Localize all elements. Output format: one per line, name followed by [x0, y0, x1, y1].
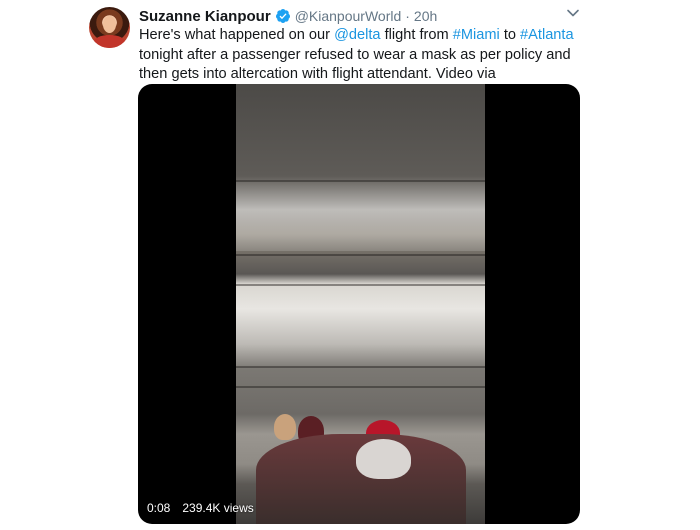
- avatar[interactable]: [89, 7, 130, 48]
- video-duration: 0:08: [147, 500, 171, 515]
- passenger-white-jacket: [356, 439, 411, 479]
- cabin-light: [236, 176, 485, 251]
- author-handle[interactable]: @KianpourWorld: [295, 8, 402, 24]
- overhead-bin-edge: [236, 366, 485, 368]
- hashtag-link-atlanta[interactable]: #Atlanta: [520, 27, 574, 43]
- tweet-text-segment: to: [499, 27, 521, 43]
- tweet-timestamp[interactable]: 20h: [414, 8, 437, 24]
- tweet-text-segment: Here's what happened on our: [139, 27, 335, 43]
- overhead-bin-edge: [236, 254, 485, 256]
- video-frame: [236, 84, 485, 524]
- chevron-down-icon[interactable]: [566, 6, 580, 20]
- tweet[interactable]: Suzanne Kianpour @KianpourWorld · 20h He…: [0, 0, 700, 530]
- overhead-bin-edge: [236, 180, 485, 182]
- verified-badge-icon: [275, 8, 291, 24]
- tweet-text-segment: flight from: [380, 27, 453, 43]
- overhead-bin-edge: [236, 386, 485, 388]
- video-player[interactable]: 0:08 239.4K views: [138, 84, 580, 524]
- separator-dot: ·: [405, 8, 410, 24]
- overhead-bin-edge: [236, 284, 485, 286]
- author-name[interactable]: Suzanne Kianpour: [139, 8, 271, 25]
- avatar-face: [103, 16, 116, 33]
- passenger-head: [274, 414, 296, 440]
- video-view-count: 239.4K views: [182, 500, 254, 515]
- hashtag-link-miami[interactable]: #Miami: [453, 27, 500, 43]
- avatar-shirt: [94, 35, 125, 48]
- video-overlay: 0:08 239.4K views: [147, 498, 254, 517]
- mention-link-delta[interactable]: @delta: [334, 27, 380, 43]
- tweet-header: Suzanne Kianpour @KianpourWorld · 20h: [139, 6, 437, 26]
